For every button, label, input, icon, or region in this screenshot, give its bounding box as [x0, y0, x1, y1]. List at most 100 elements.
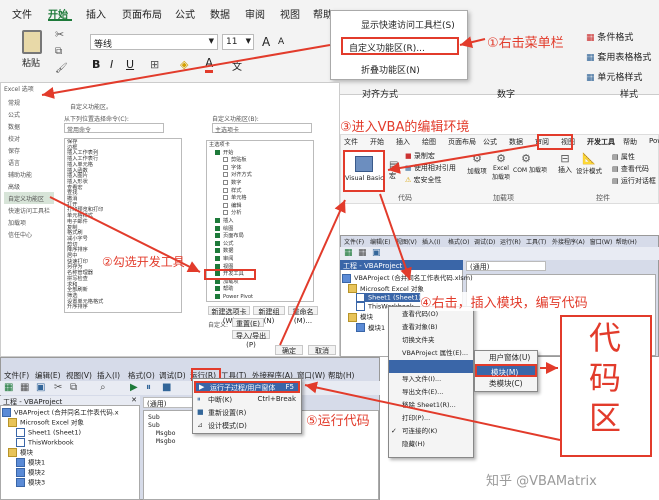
tree-node-thisworkbook[interactable]: ThisWorkbook	[16, 438, 140, 448]
phonetic-button[interactable]: 文	[232, 58, 242, 73]
tab-insert[interactable]: 插入	[86, 6, 106, 21]
ribbon-tree-item[interactable]: 对齐方式	[223, 172, 311, 180]
tree-node-sheet1[interactable]: Sheet1 (Sheet1)	[356, 293, 421, 302]
style-item-conditional-format[interactable]: ▦ 条件格式	[586, 30, 633, 43]
menu-item-customize-ribbon[interactable]: 自定义功能区(R)...	[341, 37, 459, 55]
checkbox-icon[interactable]	[223, 172, 228, 178]
dev-ribbon-tab[interactable]: 绘图	[422, 137, 436, 147]
save-icon[interactable]: ▣	[36, 382, 45, 393]
format-painter-icon[interactable]: 🖌	[55, 63, 68, 74]
style-item-table-format[interactable]: ▦ 套用表格格式	[586, 50, 651, 63]
tree-node-sheet1[interactable]: Sheet1 (Sheet1)	[16, 428, 140, 438]
tab-file[interactable]: 文件	[12, 6, 32, 21]
vbe-menu-item[interactable]: 调试(D)	[474, 237, 495, 246]
italic-button[interactable]: I	[110, 58, 113, 71]
command-item[interactable]: 升序排序	[67, 305, 179, 311]
properties-button[interactable]: ▤ 属性	[612, 152, 635, 162]
ribbon-tree-item[interactable]: Power Pivot	[215, 293, 311, 301]
customize-ribbon-select[interactable]: 主选项卡	[212, 123, 312, 134]
vbe-menu-item[interactable]: 帮助(H)	[328, 370, 355, 381]
tree-node-module2[interactable]: 模块2	[16, 468, 140, 478]
options-nav-item[interactable]: 快速访问工具栏	[8, 206, 50, 215]
options-nav-item[interactable]: 校对	[8, 134, 20, 143]
checkbox-icon[interactable]	[223, 187, 228, 193]
ok-button[interactable]: 确定	[275, 345, 303, 355]
grow-font-icon[interactable]: A	[262, 35, 270, 49]
tree-node-module3[interactable]: 模块3	[16, 478, 140, 488]
shrink-font-icon[interactable]: A	[278, 37, 284, 47]
dev-ribbon-tab[interactable]: 页面布局	[448, 137, 476, 147]
menu-item-show-quick-access[interactable]: 显示快速访问工具栏(S)	[361, 18, 455, 31]
run-menu-item-reset[interactable]: ■ 重新设置(R)	[194, 408, 300, 420]
cut-icon[interactable]: ✂	[54, 382, 62, 393]
checkbox-icon[interactable]	[215, 293, 220, 299]
tree-node-project[interactable]: VBAProject (合并同名工作表代码.xlsm)	[342, 272, 473, 283]
ribbon-tree-item[interactable]: 剪贴板	[223, 157, 311, 165]
options-nav-item[interactable]: 保存	[8, 146, 20, 155]
vbe-menu-item[interactable]: 格式(O)	[448, 237, 469, 246]
insert-module-icon[interactable]: ▦	[20, 382, 29, 393]
code-line[interactable]: Msgbo	[156, 437, 378, 445]
insert-control-button[interactable]: ⊟ 插入	[558, 152, 572, 175]
rename-button[interactable]: 重命名(M)...	[288, 306, 318, 325]
border-icon[interactable]: ⊞	[150, 58, 159, 71]
options-nav-customize-ribbon[interactable]: 自定义功能区	[4, 192, 54, 204]
ribbon-tree-item[interactable]: 主选项卡	[209, 142, 311, 150]
cut-icon[interactable]: ✂	[55, 28, 64, 41]
ribbon-tree-item[interactable]: 单元格	[223, 195, 311, 203]
macro-button[interactable]: ▤ 宏	[389, 160, 398, 181]
bold-button[interactable]: B	[92, 58, 100, 71]
choose-commands-select[interactable]: 常用命令	[64, 123, 164, 134]
checkbox-icon[interactable]	[223, 195, 228, 201]
vbe-menu-item[interactable]: 工具(T)	[526, 237, 546, 246]
module-menu-item[interactable]: 隐藏(H)	[388, 438, 474, 451]
excel-view-icon[interactable]: ▦	[344, 248, 353, 258]
stop-icon[interactable]: ■	[162, 382, 171, 393]
fill-color-icon[interactable]: ◈	[180, 58, 188, 71]
module-menu-item[interactable]: 导出文件(E)...	[388, 386, 474, 399]
options-nav-item[interactable]: 常规	[8, 98, 20, 107]
tab-data[interactable]: 数据	[210, 6, 230, 21]
vbe-menu-item[interactable]: 编辑(E)	[370, 237, 390, 246]
module-menu-item[interactable]: 切换文件夹	[388, 334, 474, 347]
dev-ribbon-tab[interactable]: 数据	[509, 137, 523, 147]
copy-icon[interactable]: ⧉	[70, 382, 77, 393]
addins-button[interactable]: ⚙ 加载项	[466, 152, 488, 175]
options-nav-item[interactable]: 数据	[8, 122, 20, 131]
new-group-button[interactable]: 新建组(N)	[253, 306, 285, 325]
find-icon[interactable]: ⌕	[100, 382, 106, 393]
vbe-menu-item[interactable]: 插入(I)	[97, 370, 120, 381]
checkbox-icon[interactable]	[215, 255, 220, 261]
checkbox-icon[interactable]	[223, 210, 228, 216]
options-nav-item[interactable]: 加载项	[8, 218, 26, 227]
checkbox-icon[interactable]	[215, 225, 220, 231]
options-nav-item[interactable]: 语言	[8, 158, 20, 167]
font-size-select[interactable]: 11 ▼	[222, 34, 254, 50]
submenu-module[interactable]: 模块(M)	[475, 364, 537, 377]
commands-list[interactable]: 保存 边框 插入工作表列 插入工作表行 插入单元格 插入函数 插入图片 插入形状 查看宏 查找 撤消…	[64, 138, 182, 313]
tab-review[interactable]: 审阅	[245, 6, 265, 21]
vbe-menu-item[interactable]: 插入(I)	[422, 237, 440, 246]
dev-ribbon-tab[interactable]: 帮助	[623, 137, 637, 147]
excel-addins-button[interactable]: ⚙ Excel 加载项	[490, 152, 512, 181]
checkbox-icon[interactable]	[215, 286, 220, 292]
tree-node-excel-objects[interactable]: Microsoft Excel 对象	[8, 418, 140, 428]
vbe-menu-item[interactable]: 视图(V)	[66, 370, 92, 381]
run-menu-item-break[interactable]: ⏸ 中断(K) Ctrl+Break	[194, 395, 300, 407]
reset-button[interactable]: 重置(E)	[232, 318, 264, 328]
com-addins-button[interactable]: ⚙ COM 加载项	[513, 152, 547, 174]
excel-view-icon[interactable]: ▦	[4, 382, 13, 393]
macro-security-button[interactable]: ⚠ 宏安全性	[405, 175, 442, 185]
module-menu-item[interactable]: 可连接的(K) ✓	[388, 425, 474, 438]
tab-view[interactable]: 视图	[280, 6, 300, 21]
run-menu-item-design[interactable]: ⊿ 设计模式(D)	[194, 421, 300, 433]
relative-ref-button[interactable]: ▦ 使用相对引用	[405, 163, 456, 173]
close-icon[interactable]: ✕	[131, 396, 137, 404]
tab-formulas[interactable]: 公式	[175, 6, 195, 21]
submenu-userform[interactable]: 用户窗体(U)	[475, 351, 537, 364]
cancel-button[interactable]: 取消	[308, 345, 336, 355]
vbe-menu-item[interactable]: 外接程序(A)	[552, 237, 585, 246]
underline-button[interactable]: U	[126, 58, 134, 71]
checkbox-icon[interactable]	[223, 157, 228, 163]
ribbon-tree-item[interactable]: 页面布局	[215, 233, 311, 241]
